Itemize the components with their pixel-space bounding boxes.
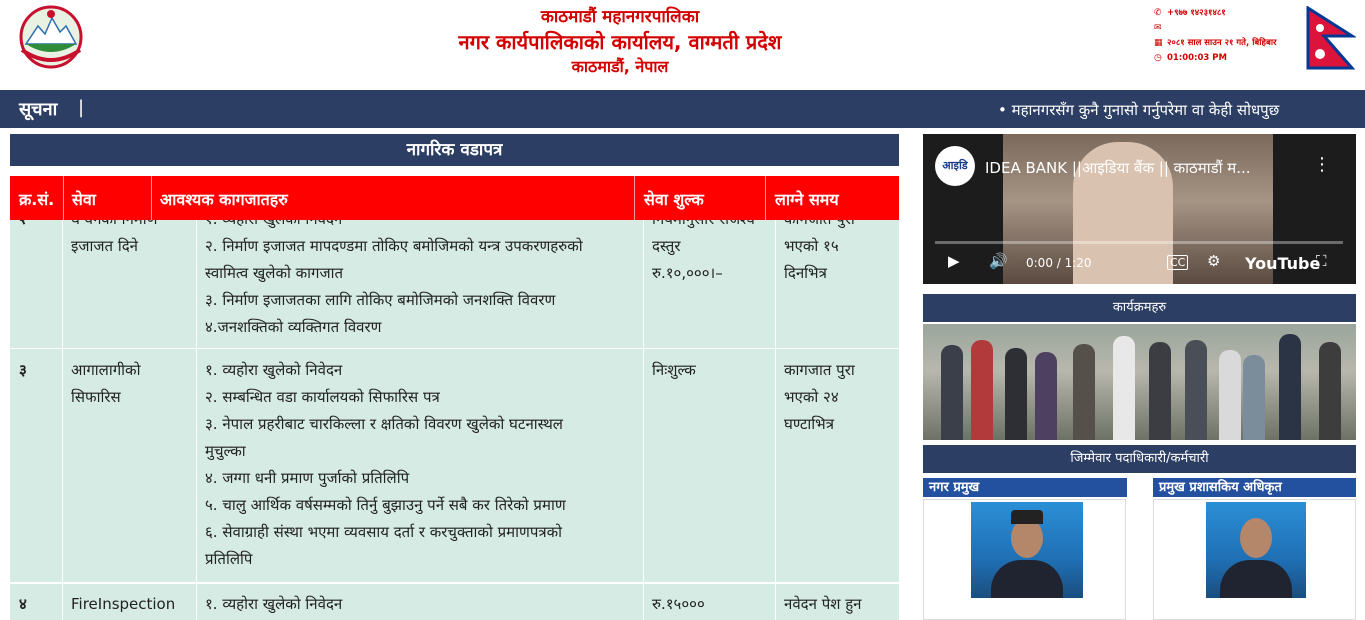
phone-icon: ✆ xyxy=(1154,8,1162,18)
notice-separator: | xyxy=(78,97,85,118)
notice-bar: सूचना | • महानगरसँग कुनै गुनासो गर्नुपरे… xyxy=(0,90,1365,128)
mayor-photo xyxy=(971,502,1083,598)
captions-icon[interactable]: CC xyxy=(1167,255,1189,270)
notice-ticker[interactable]: • महानगरसँग कुनै गुनासो गर्नुपरेमा वा के… xyxy=(998,100,1365,120)
notice-label: सूचना xyxy=(19,99,58,120)
row-fee: रु.१५००० xyxy=(652,595,705,613)
table-row: ३ आगालागीको सिफारिस १. व्यहोरा खुलेको नि… xyxy=(10,349,899,583)
clock-icon: ◷ xyxy=(1154,53,1162,63)
row-number: ३ xyxy=(19,361,27,379)
nepal-flag-icon xyxy=(1306,5,1358,70)
settings-gear-icon[interactable]: ⚙ xyxy=(1207,252,1220,270)
row-service: घ वर्गको निर्माण इजाजत दिने xyxy=(71,220,158,255)
more-options-icon[interactable]: ⋮ xyxy=(1313,154,1331,175)
row-service: FireInspection xyxy=(71,595,176,613)
phone-number[interactable]: +९७७ १४२३१४८१ xyxy=(1167,6,1226,21)
office-location: काठमाडौं, नेपाल xyxy=(571,57,669,76)
current-date: २०८१ साल साउन २१ गते, बिहिबार xyxy=(1167,38,1277,48)
row-fee: नियमानुसार राजश्व दस्तुर रु.१०,०००।– xyxy=(652,220,755,282)
col-header-time: लाग्ने समय xyxy=(775,190,839,209)
programs-title: कार्यक्रमहरु xyxy=(923,294,1356,322)
cao-card[interactable] xyxy=(1153,499,1356,620)
row-fee: निःशुल्क xyxy=(652,361,696,379)
site-header: काठमाडौं महानगरपालिका नगर कार्यपालिकाको … xyxy=(0,0,1365,90)
programs-photo[interactable] xyxy=(923,324,1356,440)
row-number: २ xyxy=(19,220,27,233)
play-icon[interactable]: ▶ xyxy=(948,252,960,270)
cao-photo xyxy=(1206,502,1306,598)
row-documents: १. व्यहोरा खुलेको निवेदन xyxy=(205,595,343,613)
col-header-fee: सेवा शुल्क xyxy=(644,190,704,209)
table-row: ४ FireInspection १. व्यहोरा खुलेको निवेद… xyxy=(10,583,899,620)
mayor-card[interactable] xyxy=(923,499,1126,620)
video-progress-bar[interactable] xyxy=(935,241,1343,244)
office-title-block: काठमाडौं महानगरपालिका नगर कार्यपालिकाको … xyxy=(360,6,880,78)
office-name: नगर कार्यपालिकाको कार्यालय, वाग्मती प्रद… xyxy=(458,30,782,54)
youtube-logo[interactable]: YouTube xyxy=(1245,254,1320,273)
col-header-number: क्र.सं. xyxy=(19,190,55,209)
table-header: क्र.सं. सेवा आवश्यक कागजातहरु सेवा शुल्क… xyxy=(10,176,899,220)
fullscreen-icon[interactable]: ⛶ xyxy=(1316,252,1327,270)
cao-label: प्रमुख प्रशासकिय अधिकृत xyxy=(1153,478,1356,497)
row-service: आगालागीको सिफारिस xyxy=(71,361,141,406)
table-body: २ घ वर्गको निर्माण इजाजत दिने १. व्यहोरा… xyxy=(10,220,899,620)
government-emblem-logo[interactable] xyxy=(12,4,90,70)
email-icon: ✉ xyxy=(1154,23,1162,33)
channel-logo[interactable]: आइडि xyxy=(935,146,975,186)
mayor-label: नगर प्रमुख xyxy=(923,478,1127,497)
calendar-icon: ▦ xyxy=(1154,38,1163,48)
row-time: नवेदन पेश हुन xyxy=(784,595,862,613)
contact-info: ✆ +९७७ १४२३१४८१ ✉ ▦ २०८१ साल साउन २१ गते, … xyxy=(1154,6,1304,66)
row-time: कागजात पुरा भएको २४ घण्टाभित्र xyxy=(784,361,855,433)
current-time: 01:00:03 PM xyxy=(1167,53,1227,63)
video-player[interactable]: आइडि IDEA BANK ||आइडिया बैंक || काठमाडौं… xyxy=(923,134,1356,284)
volume-icon[interactable]: 🔊 xyxy=(989,252,1008,270)
table-row: २ घ वर्गको निर्माण इजाजत दिने १. व्यहोरा… xyxy=(10,220,899,349)
officials-title: जिम्मेवार पदाधिकारी/कर्मचारी xyxy=(923,445,1356,473)
citizen-charter-title: नागरिक वडापत्र xyxy=(10,134,899,166)
row-documents: १. व्यहोरा खुलेको निवेदन २. सम्बन्धित वड… xyxy=(205,361,566,568)
municipality-name: काठमाडौं महानगरपालिका xyxy=(540,7,700,27)
row-time: कागजात पुरा भएको १५ दिनभित्र xyxy=(784,220,855,282)
video-time: 0:00 / 1:20 xyxy=(1026,256,1092,270)
col-header-documents: आवश्यक कागजातहरु xyxy=(160,190,288,209)
row-documents: १. व्यहोरा खुलेको निवेदन २. निर्माण इजाज… xyxy=(205,220,583,336)
col-header-service: सेवा xyxy=(72,190,96,209)
video-title[interactable]: IDEA BANK ||आइडिया बैंक || काठमाडौं म... xyxy=(985,158,1305,178)
row-number: ४ xyxy=(19,595,27,613)
